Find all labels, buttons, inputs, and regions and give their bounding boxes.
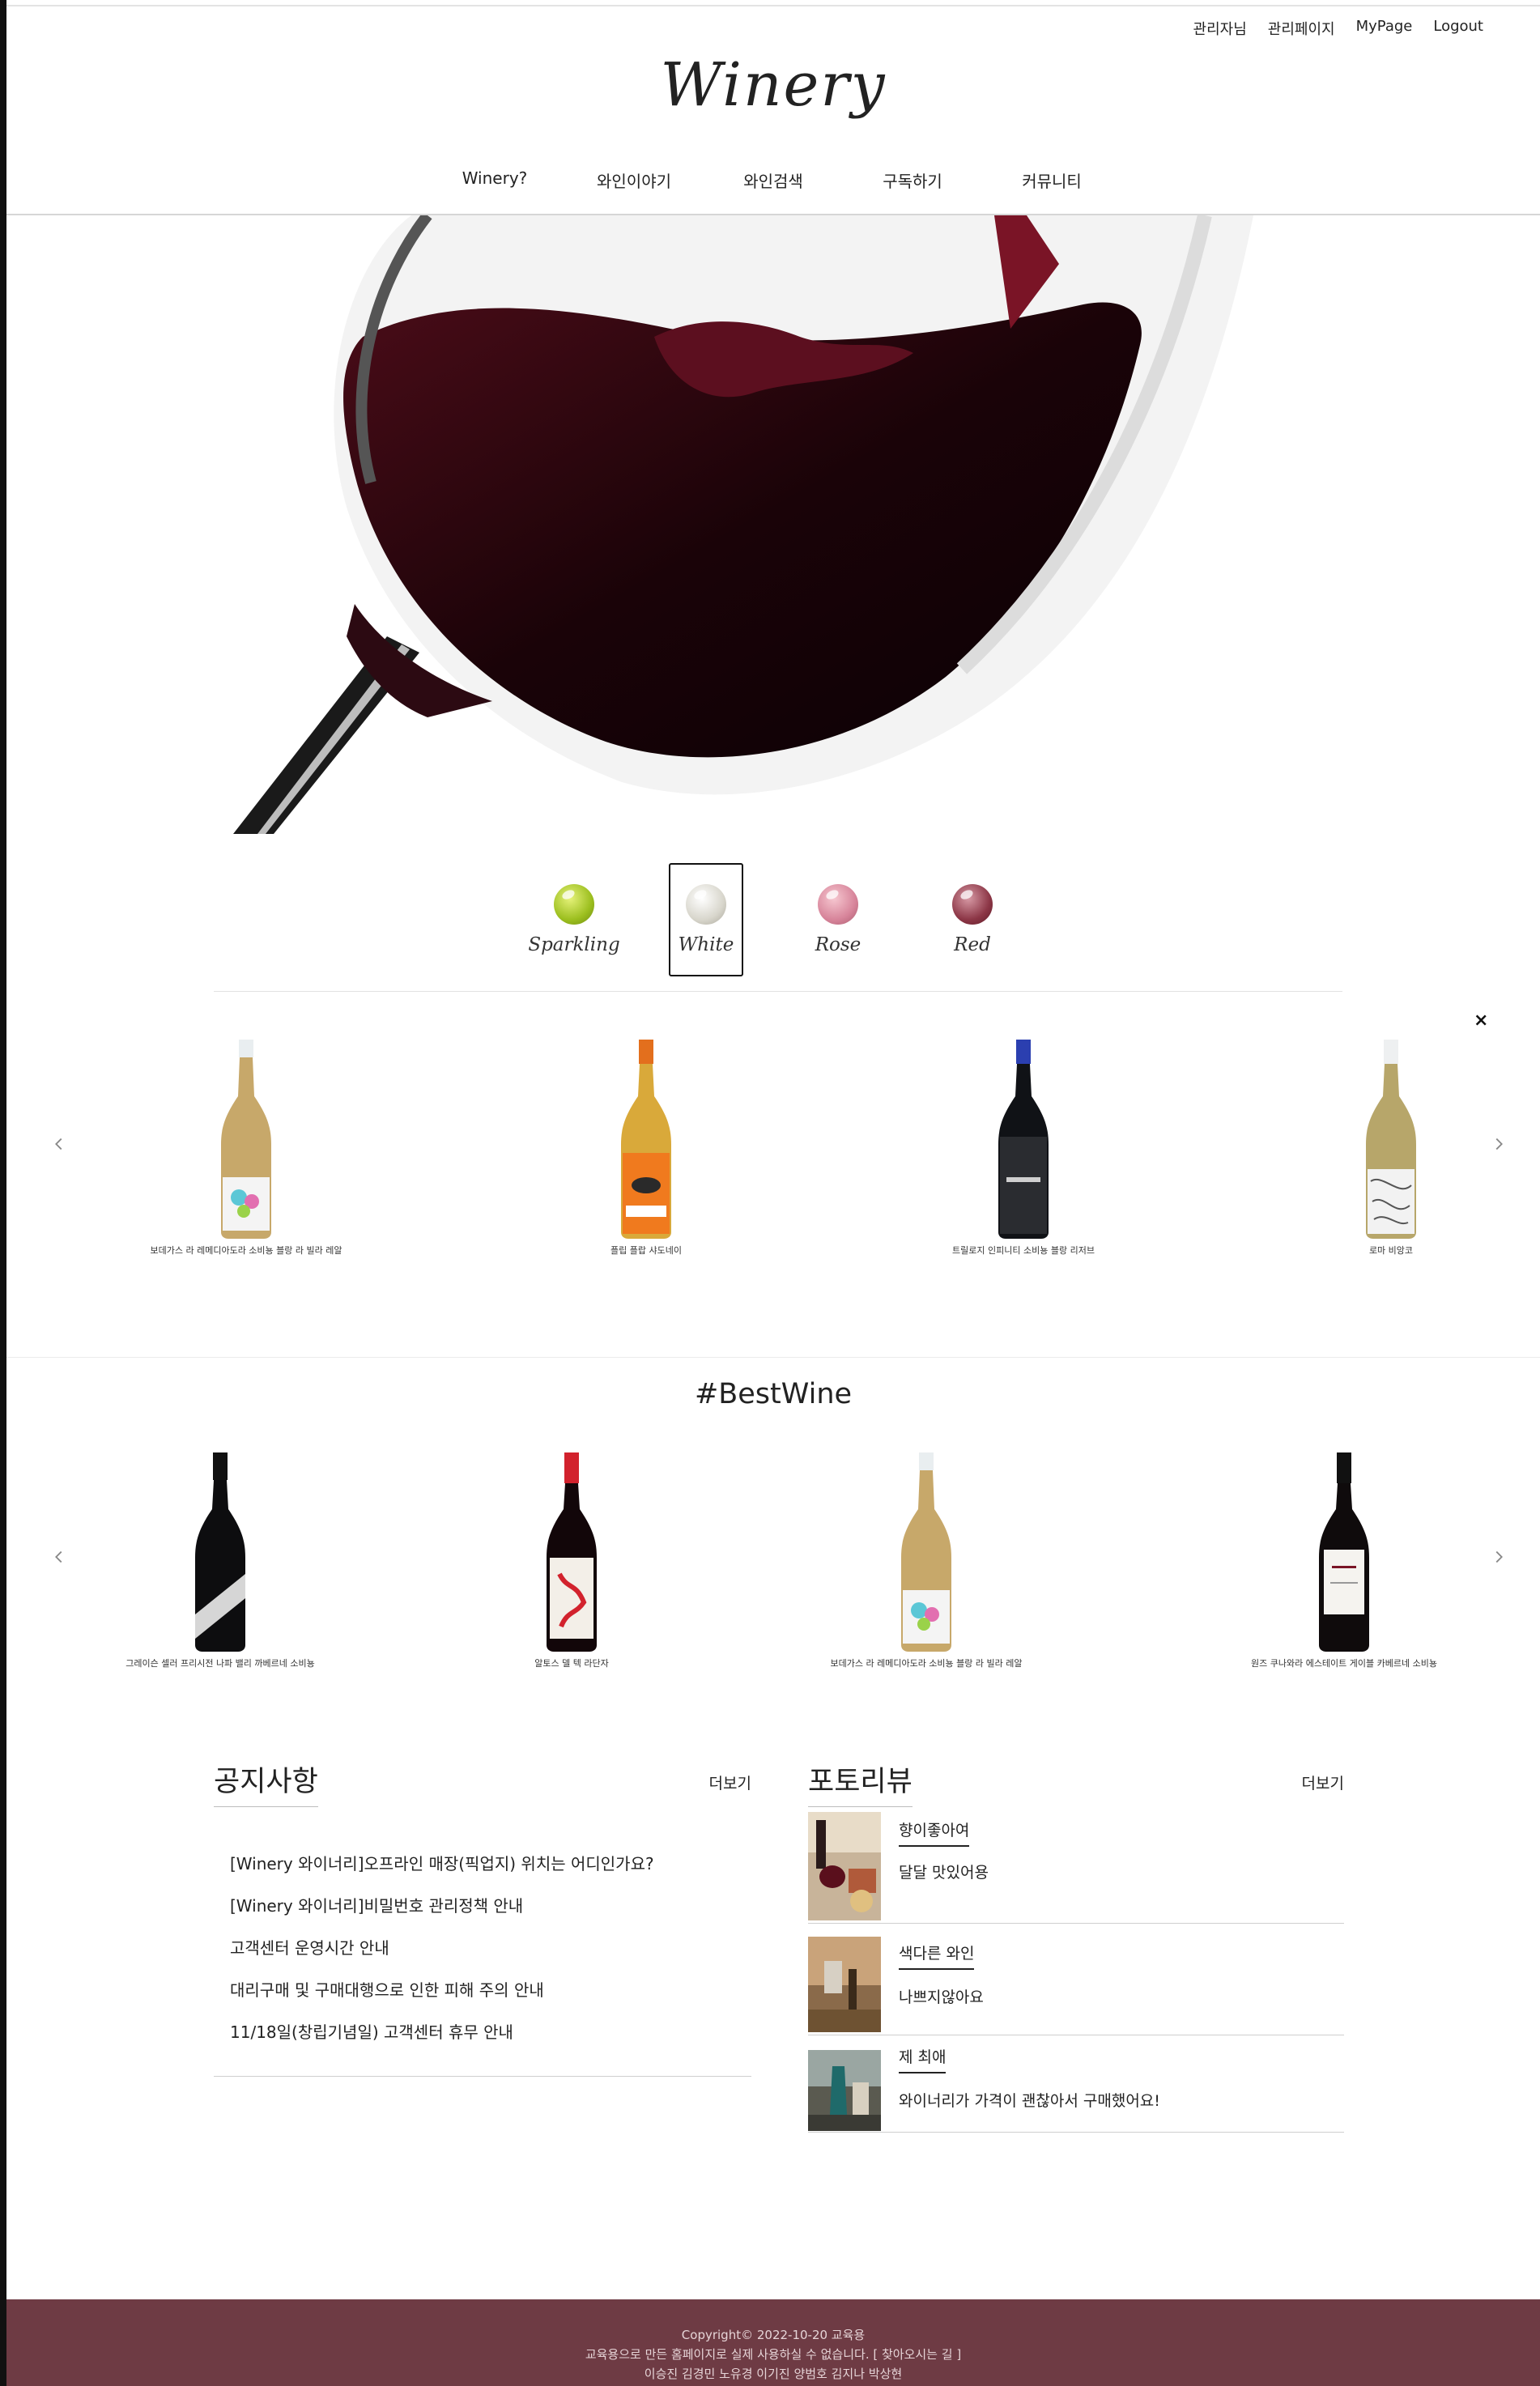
notice-item[interactable]: [Winery 와이너리]비밀번호 관리정책 안내 bbox=[230, 1885, 751, 1927]
product-name: 알토스 델 텍 라단자 bbox=[534, 1658, 609, 1669]
notice-title: 공지사항 bbox=[214, 1759, 318, 1807]
logout-link[interactable]: Logout bbox=[1433, 18, 1483, 39]
prev-arrow-icon[interactable] bbox=[49, 1133, 70, 1155]
product-card[interactable]: 보데가스 라 레메디아도라 소비뇽 블랑 라 빌라 레알 bbox=[108, 1040, 384, 1257]
wine-bottle-image bbox=[901, 1452, 951, 1652]
site-logo[interactable]: Winery bbox=[6, 50, 1540, 120]
notice-section: 공지사항 더보기 [Winery 와이너리]오프라인 매장(픽업지) 위치는 어… bbox=[214, 1759, 751, 2077]
wine-bottle-image bbox=[1366, 1040, 1416, 1239]
wine-type-label: White bbox=[678, 934, 734, 955]
review-username: 향이좋아여 bbox=[899, 1818, 970, 1847]
notice-list: [Winery 와이너리]오프라인 매장(픽업지) 위치는 어디인가요? [Wi… bbox=[214, 1843, 751, 2077]
product-card[interactable]: 보데가스 라 레메디아도라 소비뇽 블랑 라 빌라 레알 bbox=[789, 1452, 1064, 1669]
close-icon[interactable]: × bbox=[1474, 1010, 1488, 1031]
notice-item[interactable]: 11/18일(창립기념일) 고객센터 휴무 안내 bbox=[230, 2011, 751, 2053]
user-menu: 관리자님 관리페이지 MyPage Logout bbox=[1193, 18, 1483, 39]
wine-type-selector: Sparkling White Rose Red bbox=[6, 863, 1540, 976]
review-username: 제 최애 bbox=[899, 2045, 947, 2073]
wine-bottle-image bbox=[621, 1040, 671, 1239]
left-edge-bar bbox=[0, 0, 6, 2386]
product-name: 보데가스 라 레메디아도라 소비뇽 블랑 라 빌라 레알 bbox=[150, 1245, 342, 1256]
admin-page-link[interactable]: 관리페이지 bbox=[1268, 18, 1335, 39]
photo-review-more-link[interactable]: 더보기 bbox=[1302, 1771, 1344, 1793]
wine-bottle-image bbox=[547, 1452, 597, 1652]
product-card[interactable]: 트릴로지 인피니티 소비뇽 블랑 리저브 bbox=[886, 1040, 1161, 1257]
wine-type-label: Rose bbox=[815, 934, 861, 955]
product-card[interactable]: 알토스 델 텍 라단자 bbox=[434, 1452, 709, 1669]
wine-type-rose[interactable]: Rose bbox=[779, 863, 897, 976]
product-name: 트릴로지 인피니티 소비뇽 블랑 리저브 bbox=[952, 1245, 1095, 1256]
wine-bottle-image bbox=[221, 1040, 271, 1239]
next-arrow-icon[interactable] bbox=[1488, 1546, 1509, 1567]
wine-type-sparkling[interactable]: Sparkling bbox=[515, 863, 633, 976]
review-photo bbox=[808, 2050, 881, 2131]
notice-item[interactable]: [Winery 와이너리]오프라인 매장(픽업지) 위치는 어디인가요? bbox=[230, 1843, 751, 1885]
nav-item-wine-story[interactable]: 와인이야기 bbox=[564, 168, 704, 192]
notice-item[interactable]: 대리구매 및 구매대행으로 인한 피해 주의 안내 bbox=[230, 1969, 751, 2011]
nav-item-wine-search[interactable]: 와인검색 bbox=[704, 168, 843, 192]
red-drop-icon bbox=[952, 884, 993, 925]
notice-more-link[interactable]: 더보기 bbox=[709, 1771, 751, 1793]
rose-drop-icon bbox=[818, 884, 858, 925]
admin-greeting-link[interactable]: 관리자님 bbox=[1193, 18, 1247, 39]
review-item[interactable]: 향이좋아여 달달 맛있어용 bbox=[808, 1812, 1344, 1924]
product-name: 그레이슨 셀러 프리시전 나파 밸리 까베르네 소비뇽 bbox=[125, 1658, 315, 1669]
review-text: 나쁘지않아요 bbox=[899, 1988, 984, 2006]
product-name: 로마 비앙코 bbox=[1368, 1245, 1414, 1256]
footer-members: 이승진 김경민 노유경 이기진 양범호 김지나 박상현 bbox=[644, 2367, 903, 2381]
review-item[interactable]: 제 최애 와이너리가 가격이 괜찮아서 구매했어요! bbox=[808, 2035, 1344, 2133]
wine-bottle-image bbox=[998, 1040, 1049, 1239]
sparkling-drop-icon bbox=[554, 884, 594, 925]
wine-type-label: Red bbox=[954, 934, 991, 955]
section-divider bbox=[6, 1357, 1540, 1358]
wine-bottle-image bbox=[195, 1452, 245, 1652]
review-username: 색다른 와인 bbox=[899, 1942, 975, 1970]
nav-item-community[interactable]: 커뮤니티 bbox=[982, 168, 1121, 192]
review-photo bbox=[808, 1812, 881, 1920]
product-name: 보데가스 라 레메디아도라 소비뇽 블랑 라 빌라 레알 bbox=[830, 1658, 1023, 1669]
product-card[interactable]: 원즈 쿠나와라 에스테이트 게이블 카베르네 소비뇽 bbox=[1206, 1452, 1482, 1669]
mypage-link[interactable]: MyPage bbox=[1356, 18, 1413, 39]
prev-arrow-icon[interactable] bbox=[49, 1546, 70, 1567]
product-card[interactable]: 로마 비앙코 bbox=[1253, 1040, 1529, 1257]
review-text: 달달 맛있어용 bbox=[899, 1864, 989, 1882]
section-divider bbox=[214, 991, 1342, 992]
wine-type-red[interactable]: Red bbox=[913, 863, 1032, 976]
footer-copyright: Copyright© 2022-10-20 교육용 bbox=[681, 2328, 866, 2342]
wine-bottle-image bbox=[1319, 1452, 1369, 1652]
best-wine-title: #BestWine bbox=[694, 1378, 853, 1410]
nav-item-winery[interactable]: Winery? bbox=[425, 168, 564, 192]
product-name: 원즈 쿠나와라 에스테이트 게이블 카베르네 소비뇽 bbox=[1250, 1658, 1437, 1669]
page: 관리자님 관리페이지 MyPage Logout Winery Winery? … bbox=[6, 0, 1540, 2386]
main-nav: Winery? 와인이야기 와인검색 구독하기 커뮤니티 bbox=[6, 168, 1540, 192]
photo-review-title: 포토리뷰 bbox=[808, 1759, 913, 1807]
site-footer: Copyright© 2022-10-20 교육용 교육용으로 만든 홈페이지로… bbox=[6, 2299, 1540, 2386]
notice-item[interactable]: 고객센터 운영시간 안내 bbox=[230, 1927, 751, 1969]
wine-type-label: Sparkling bbox=[528, 934, 620, 955]
review-text: 와이너리가 가격이 괜찮아서 구매했어요! bbox=[899, 2092, 1160, 2110]
review-item[interactable]: 색다른 와인 나쁘지않아요 bbox=[808, 1924, 1344, 2035]
footer-notice: 교육용으로 만든 홈페이지로 실제 사용하실 수 없습니다. [ 찾아오시는 길… bbox=[585, 2347, 962, 2362]
photo-review-section: 포토리뷰 더보기 향이좋아여 달달 맛있어용 색다른 와인 나쁘지않아요 제 최… bbox=[808, 1759, 1344, 2133]
white-drop-icon bbox=[686, 884, 726, 925]
nav-item-subscribe[interactable]: 구독하기 bbox=[843, 168, 982, 192]
review-photo bbox=[808, 1937, 881, 2032]
product-card[interactable]: 그레이슨 셀러 프리시전 나파 밸리 까베르네 소비뇽 bbox=[83, 1452, 358, 1669]
product-card[interactable]: 플립 플랍 샤도네이 bbox=[508, 1040, 784, 1257]
wine-type-white[interactable]: White bbox=[669, 863, 743, 976]
top-divider bbox=[6, 5, 1540, 6]
hero-banner-image bbox=[6, 215, 1540, 834]
product-name: 플립 플랍 샤도네이 bbox=[610, 1245, 682, 1256]
